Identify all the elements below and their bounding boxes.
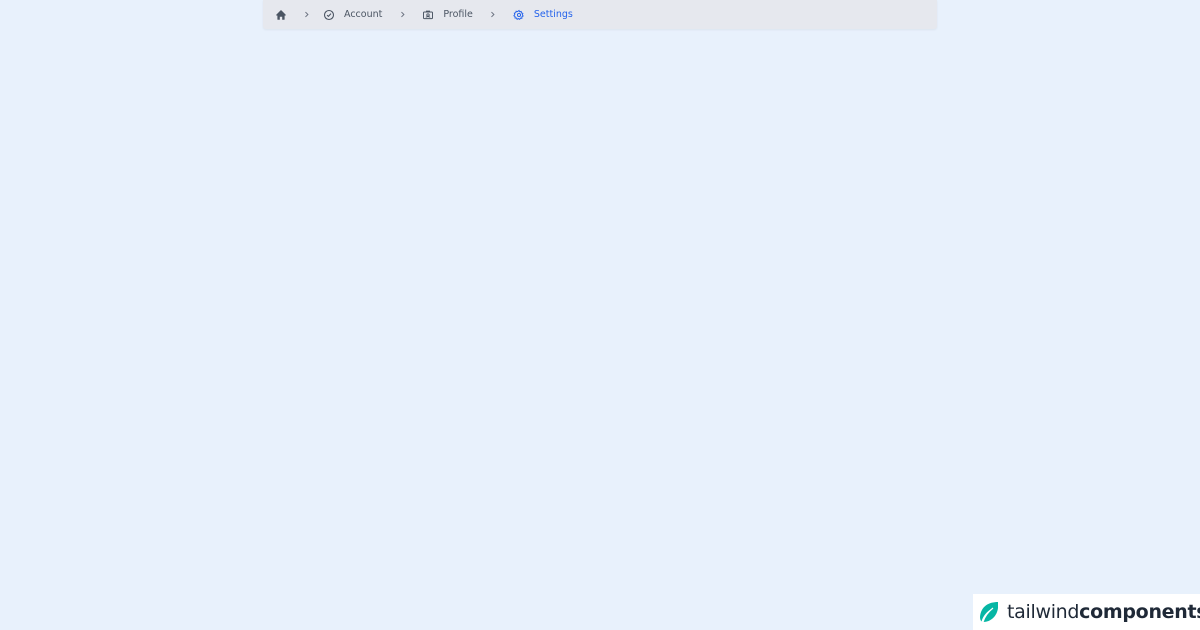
breadcrumb-settings-label: Settings bbox=[533, 8, 573, 20]
gear-icon bbox=[513, 9, 525, 21]
breadcrumb-account-label: Account bbox=[344, 8, 383, 20]
chevron-right-icon bbox=[301, 9, 311, 21]
check-circle-icon bbox=[323, 9, 335, 21]
breadcrumb-profile[interactable]: Profile bbox=[422, 9, 473, 21]
breadcrumb-settings[interactable]: Settings bbox=[513, 9, 573, 21]
leaf-icon bbox=[977, 600, 1001, 624]
breadcrumb: Account Profile Settings bbox=[263, 0, 937, 29]
page: Account Profile Settings tailwindcompone… bbox=[0, 0, 1200, 630]
chevron-right-icon bbox=[397, 9, 407, 21]
home-icon bbox=[275, 9, 287, 21]
chevron-right-icon bbox=[488, 9, 498, 21]
breadcrumb-profile-label: Profile bbox=[443, 8, 473, 20]
breadcrumb-account[interactable]: Account bbox=[323, 9, 382, 21]
brand-name-bold: components bbox=[1079, 601, 1200, 623]
brand-name-light: tailwind bbox=[1007, 601, 1080, 623]
brand-name: tailwindcomponents bbox=[1007, 601, 1200, 623]
breadcrumb-home[interactable] bbox=[275, 9, 287, 21]
tailwindcomponents-badge[interactable]: tailwindcomponents bbox=[973, 594, 1200, 630]
id-card-icon bbox=[422, 9, 434, 21]
